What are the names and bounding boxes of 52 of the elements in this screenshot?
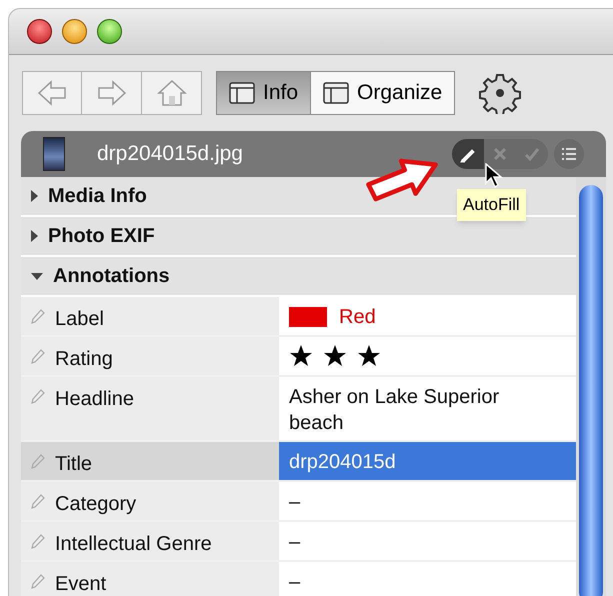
field-label: Title bbox=[21, 442, 279, 480]
star-icon bbox=[289, 344, 313, 368]
field-value: – bbox=[289, 570, 300, 595]
section-header[interactable]: Annotations bbox=[21, 257, 576, 297]
back-button[interactable] bbox=[22, 71, 82, 115]
back-arrow-icon bbox=[37, 80, 67, 106]
forward-arrow-icon bbox=[96, 80, 126, 106]
value-field[interactable]: drp204015d bbox=[279, 442, 576, 480]
pencil-icon bbox=[31, 573, 45, 589]
checkmark-icon bbox=[523, 145, 541, 163]
field-value: – bbox=[289, 530, 300, 555]
list-menu-button[interactable] bbox=[554, 139, 584, 169]
field-label: Intellectual Genre bbox=[21, 522, 279, 560]
field-label: Rating bbox=[21, 337, 279, 375]
field-value: – bbox=[289, 490, 300, 515]
tab[interactable]: Info bbox=[217, 72, 312, 114]
scrollbar[interactable] bbox=[576, 177, 606, 596]
window-icon bbox=[229, 82, 255, 104]
image-thumbnail bbox=[43, 137, 65, 171]
field-value: Asher on Lake Superior beach bbox=[289, 385, 500, 436]
field-label: Event bbox=[21, 562, 279, 596]
section-title: Photo EXIF bbox=[48, 224, 155, 249]
pencil-icon bbox=[31, 388, 45, 404]
section-title: Media Info bbox=[48, 184, 147, 209]
field-value: Red bbox=[339, 305, 376, 330]
pencil-icon bbox=[31, 533, 45, 549]
section-title: Annotations bbox=[53, 264, 170, 289]
tab[interactable]: Organize bbox=[311, 72, 454, 114]
star-icon bbox=[323, 344, 347, 368]
home-button[interactable] bbox=[142, 71, 202, 115]
file-name: drp204015d.jpg bbox=[97, 141, 243, 168]
house-icon bbox=[156, 79, 186, 107]
minimize-button[interactable] bbox=[62, 19, 87, 44]
edit-button[interactable] bbox=[452, 139, 484, 169]
close-button[interactable] bbox=[27, 19, 52, 44]
pencil-icon bbox=[31, 453, 45, 469]
pencil-icon bbox=[31, 348, 45, 364]
pencil-icon bbox=[31, 308, 45, 324]
star-icon bbox=[357, 344, 381, 368]
forward-button[interactable] bbox=[82, 71, 142, 115]
x-icon bbox=[491, 145, 509, 163]
tooltip: AutoFill bbox=[457, 189, 526, 220]
field-label: Label bbox=[21, 297, 279, 335]
field-label: Headline bbox=[21, 377, 279, 440]
settings-icon[interactable] bbox=[479, 72, 522, 114]
section-header[interactable]: Photo EXIF bbox=[21, 217, 576, 257]
zoom-button[interactable] bbox=[97, 19, 122, 44]
window-icon bbox=[323, 82, 350, 104]
mouse-cursor-icon bbox=[485, 163, 503, 189]
list-icon bbox=[561, 146, 577, 162]
pencil-icon bbox=[31, 493, 45, 509]
field-label: Category bbox=[21, 482, 279, 520]
